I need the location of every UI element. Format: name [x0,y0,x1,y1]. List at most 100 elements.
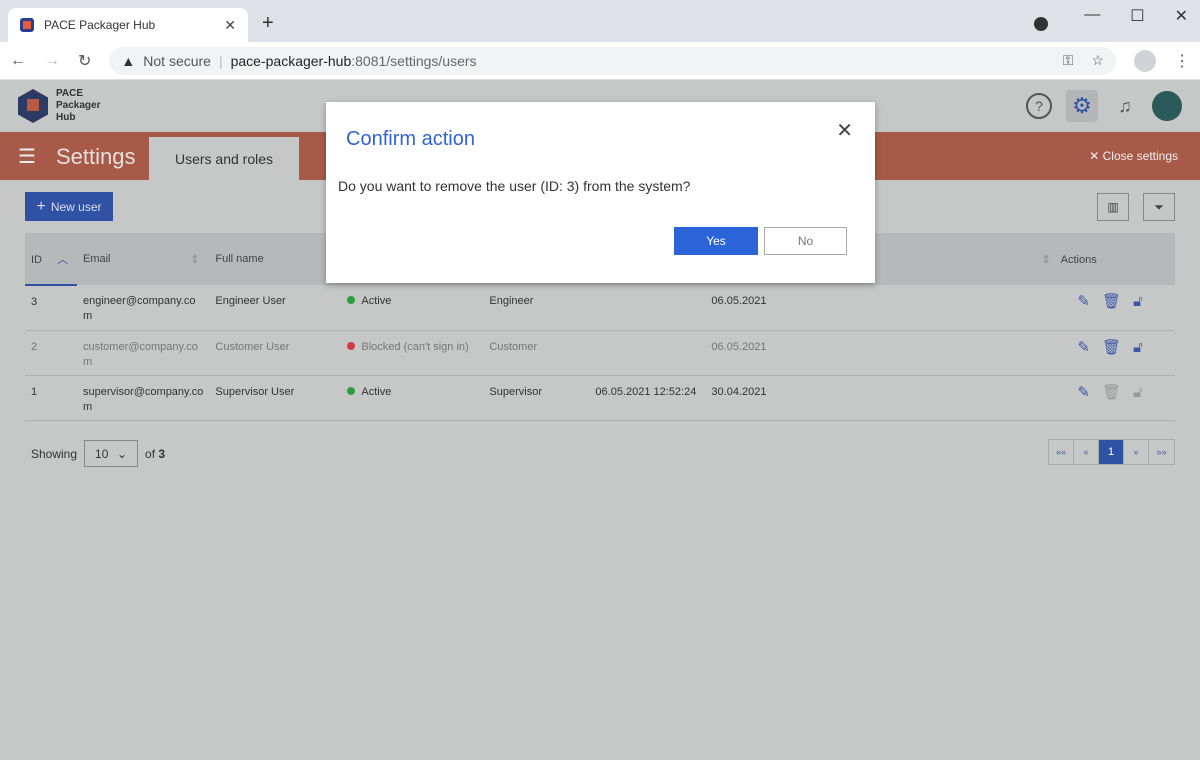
key-icon[interactable]: ⚿ [1063,52,1074,69]
sort-asc-icon: ︿ [57,253,69,266]
new-tab-button[interactable]: + [262,12,274,35]
cell-last-login [589,285,706,331]
star-icon[interactable]: ☆ [1091,52,1104,69]
url-host: pace-packager-hub [230,52,352,69]
logo-line-packager: Packager [56,100,101,111]
edit-icon[interactable]: ✎ [1077,385,1090,400]
edit-icon[interactable]: ✎ [1077,340,1090,355]
avatar[interactable] [1152,91,1182,121]
page-title: Settings [56,144,136,169]
trash-icon[interactable]: 🗑︎ [1102,340,1121,355]
yes-button[interactable]: Yes [674,227,758,255]
logo-line-pace: PACE [56,88,84,99]
confirm-dialog: Confirm action ✕ Do you want to remove t… [326,102,875,283]
new-user-button[interactable]: + New user [25,192,113,221]
security-label[interactable]: Not secure [143,53,211,69]
sort-icon: ⇕ [190,253,200,266]
menu-icon[interactable]: ⋮ [1174,51,1190,71]
close-icon[interactable]: ✕ [836,118,853,143]
tab-title: PACE Packager Hub [44,18,156,32]
cell-role: Customer [483,330,590,376]
close-window-icon[interactable]: ✕ [1175,6,1188,26]
cell-created: 30.04.2021 [705,375,1036,421]
cell-last-login: 06.05.2021 12:52:24 [589,375,706,421]
pagination: «« « 1 » »» [1048,439,1175,465]
warning-icon: ▲ [121,52,136,69]
dialog-title: Confirm action [346,128,475,150]
column-actions: ⇕ Actions [1035,233,1175,285]
logo-text: PACE Packager Hub [56,88,100,124]
cell-email: engineer@company.co m [77,285,210,331]
first-page-button[interactable]: «« [1049,440,1074,464]
close-icon: ✕ [1089,149,1100,163]
plus-icon: + [36,197,46,215]
page-size-select[interactable]: 10 ⌄ [84,440,139,467]
cell-created: 06.05.2021 [705,330,1036,376]
bell-icon[interactable]: ♫ [1112,93,1138,119]
url-path: :8081/settings/users [351,52,477,69]
tab-search-icon[interactable] [1034,17,1048,31]
filter-icon: ⏷ [1154,199,1164,214]
trash-icon: 🗑︎ [1101,383,1122,401]
status-dot [347,296,356,304]
tab-users-and-roles[interactable]: Users and roles [149,137,299,180]
address-bar-row: ← → ↻ ▲ Not secure | pace-packager-hub:8… [0,42,1200,80]
columns-icon: ▥ [1107,200,1119,214]
cell-status: Active [341,375,484,421]
cell-last-login [589,330,706,376]
cell-status: Active [341,285,484,331]
logo-line-hub: Hub [56,112,76,123]
last-page-button[interactable]: »» [1149,440,1174,464]
maximize-icon[interactable]: ☐ [1130,6,1144,26]
browser-tabstrip: PACE Packager Hub ✕ + — ☐ ✕ [0,0,1200,42]
sort-icon: ⇕ [1041,253,1051,266]
pagination-info: Showing 10 ⌄ of 3 [31,440,165,467]
favicon-icon [20,18,34,32]
lock-icon[interactable]: 🔓︎ [1133,340,1143,355]
table-row: 2 customer@company.co m Customer User Bl… [25,330,1175,376]
lock-icon: 🔓︎ [1133,383,1143,401]
next-page-button[interactable]: » [1124,440,1149,464]
help-icon[interactable]: ? [1026,93,1052,119]
cell-status: Blocked (can't sign in) [341,330,484,376]
cell-full-name: Engineer User [209,285,342,331]
back-icon[interactable]: ← [10,52,26,70]
column-full-name[interactable]: Full name [209,233,342,285]
column-email[interactable]: Email ⇕ [77,233,210,285]
no-button[interactable]: No [764,227,847,255]
columns-button[interactable]: ▥ [1097,193,1129,221]
cell-created: 06.05.2021 [705,285,1036,331]
cell-id: 1 [25,375,77,421]
table-row: 3 engineer@company.co m Engineer User Ac… [25,285,1175,331]
url-input[interactable]: ▲ Not secure | pace-packager-hub:8081/se… [109,46,1116,75]
lock-icon[interactable]: 🔓︎ [1133,294,1143,309]
page-1-button[interactable]: 1 [1099,440,1124,464]
status-dot [347,341,356,350]
hamburger-icon[interactable]: ☰ [18,144,36,169]
gear-icon[interactable]: ⚙ [1066,90,1098,122]
close-tab-icon[interactable]: ✕ [224,17,236,34]
profile-icon[interactable] [1134,49,1156,72]
table-row: 1 supervisor@company.co m Supervisor Use… [25,375,1175,421]
dialog-message: Do you want to remove the user (ID: 3) f… [338,178,691,194]
cell-role: Supervisor [483,375,590,421]
logo-icon [18,89,48,123]
browser-tab[interactable]: PACE Packager Hub ✕ [8,8,248,42]
cell-email: supervisor@company.co m [77,375,210,421]
minimize-icon[interactable]: — [1084,6,1100,26]
prev-page-button[interactable]: « [1074,440,1099,464]
close-settings-button[interactable]: ✕ Close settings [1089,149,1178,163]
forward-icon[interactable]: → [44,52,60,70]
cell-role: Engineer [483,285,590,331]
cell-full-name: Supervisor User [209,375,342,421]
status-dot [347,386,356,395]
edit-icon[interactable]: ✎ [1077,294,1090,309]
chevron-down-icon: ⌄ [116,446,128,461]
filter-button[interactable]: ⏷ [1143,193,1175,221]
column-id[interactable]: ID ︿ [25,233,77,286]
cell-id: 3 [25,285,77,331]
cell-id: 2 [25,330,77,376]
cell-full-name: Customer User [209,330,342,376]
reload-icon[interactable]: ↻ [78,51,91,71]
trash-icon[interactable]: 🗑︎ [1102,294,1121,309]
